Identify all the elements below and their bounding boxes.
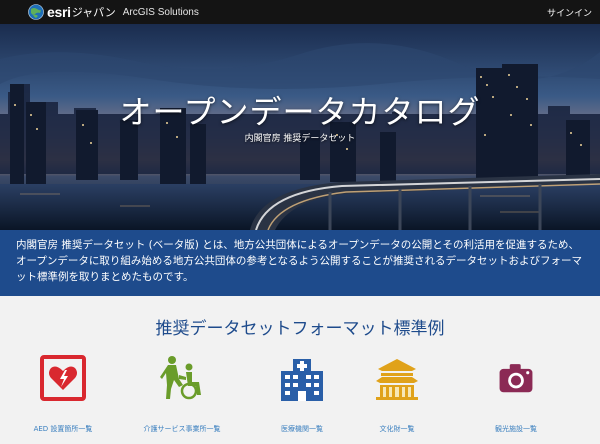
description-text: 内閣官房 推奨データセット (ベータ版) とは、地方公共団体によるオープンデータ…	[16, 239, 583, 283]
category-label: 医療機関一覧	[281, 425, 323, 433]
aed-icon	[40, 355, 86, 401]
esri-japan-logo[interactable]: esri ジャパン ArcGIS Solutions	[28, 2, 199, 22]
category-label: 文化財一覧	[379, 425, 415, 433]
hospital-icon	[281, 359, 323, 401]
description-band: 内閣官房 推奨データセット (ベータ版) とは、地方公共団体によるオープンデータ…	[0, 230, 600, 296]
category-label: 介護サービス事業所一覧	[143, 425, 221, 433]
brand-solutions: ArcGIS Solutions	[122, 6, 199, 18]
cultural-property-icon	[376, 359, 418, 400]
category-label: 観光施設一覧	[495, 425, 537, 433]
hero-title: オープンデータカタログ	[119, 93, 481, 131]
hero-subtitle: 内閣官房 推奨データセット	[244, 134, 356, 144]
caregiver-icon	[160, 356, 201, 400]
camera-icon	[499, 364, 533, 393]
top-navigation-bar: esri ジャパン ArcGIS Solutions サインイン	[0, 0, 600, 24]
category-label: AED 設置箇所一覧	[33, 425, 93, 433]
hero-banner: オープンデータカタログ 内閣官房 推奨データセット	[0, 24, 600, 230]
brand-name: esri	[47, 4, 71, 20]
brand-region: ジャパン	[71, 6, 116, 19]
esri-globe-icon	[28, 4, 44, 20]
signin-link[interactable]: サインイン	[547, 6, 592, 19]
section-title: 推奨データセットフォーマット標準例	[155, 319, 445, 339]
